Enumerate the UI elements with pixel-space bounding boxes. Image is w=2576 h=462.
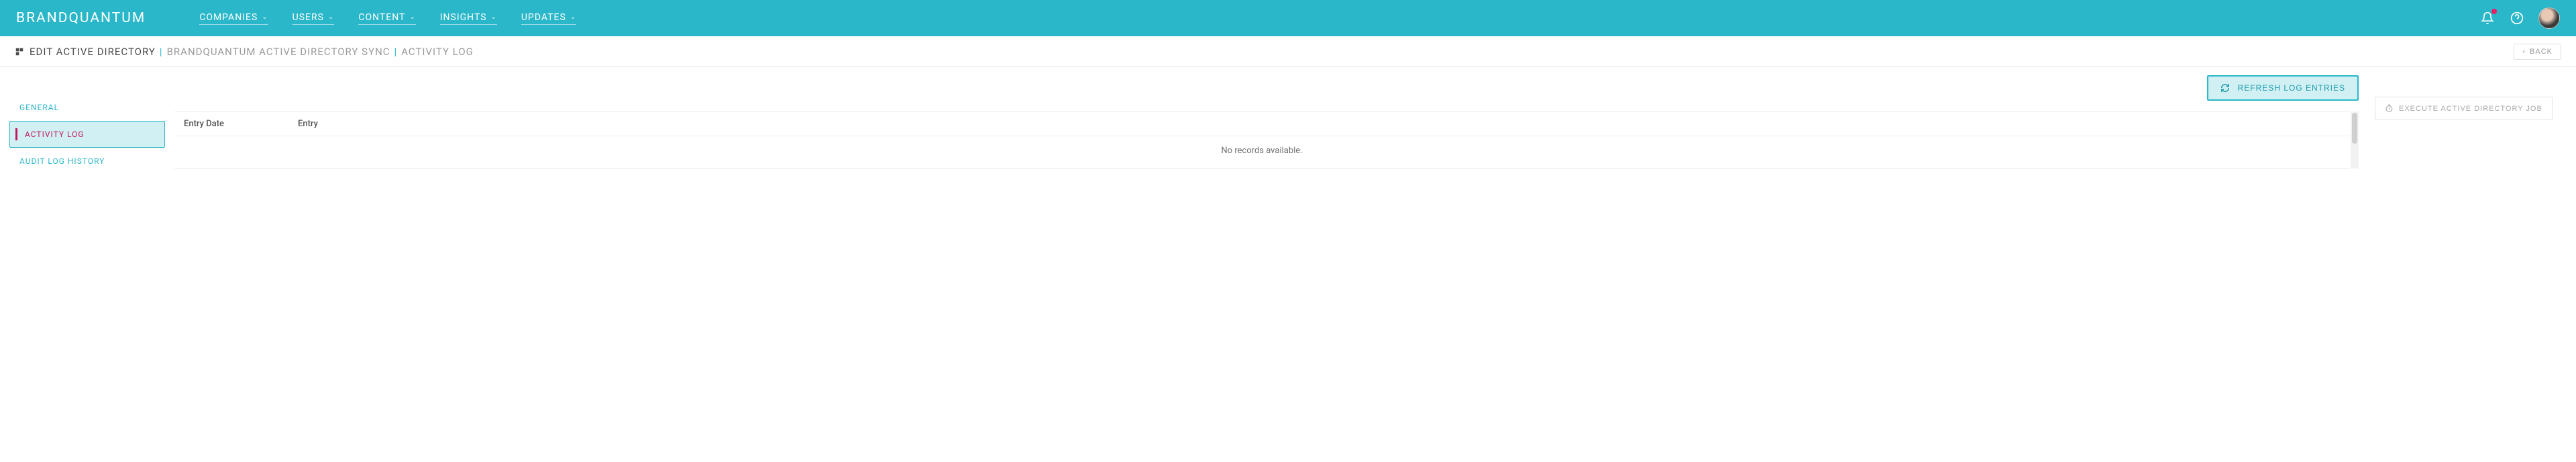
chevron-down-icon: ⌄ [491, 13, 497, 21]
col-entry-date[interactable]: Entry Date [174, 112, 288, 136]
back-button[interactable]: ‹ BACK [2514, 44, 2561, 60]
breadcrumb-separator: | [394, 46, 398, 58]
execute-job-button[interactable]: EXECUTE ACTIVE DIRECTORY JOB [2375, 97, 2553, 120]
notifications-button[interactable] [2479, 10, 2496, 26]
top-nav: BRANDQUANTUM COMPANIES ⌄ USERS ⌄ CONTENT… [0, 0, 2576, 36]
brand-logo: BRANDQUANTUM [16, 10, 146, 26]
right-column: EXECUTE ACTIVE DIRECTORY JOB [2375, 71, 2576, 120]
refresh-wrap: REFRESH LOG ENTRIES [174, 71, 2359, 109]
table-empty-message: No records available. [174, 136, 2349, 168]
nav-right [2479, 7, 2560, 29]
breadcrumb-context: BRANDQUANTUM ACTIVE DIRECTORY SYNC [167, 46, 390, 58]
table-header: Entry Date Entry [174, 112, 2349, 136]
help-button[interactable] [2509, 10, 2525, 26]
sidenav-label: GENERAL [19, 103, 59, 112]
page-body: GENERAL ACTIVITY LOG AUDIT LOG HISTORY R… [0, 67, 2576, 175]
user-avatar[interactable] [2538, 7, 2560, 29]
log-table-wrap: Entry Date Entry No records available. [174, 111, 2359, 169]
breadcrumb-separator: | [160, 46, 163, 58]
nav-insights[interactable]: INSIGHTS ⌄ [440, 12, 497, 25]
help-icon [2510, 11, 2524, 25]
chevron-down-icon: ⌄ [570, 13, 576, 21]
nav-companies[interactable]: COMPANIES ⌄ [199, 12, 268, 25]
chevron-down-icon: ⌄ [262, 13, 268, 21]
log-table: Entry Date Entry No records available. [174, 111, 2349, 169]
table-scrollbar[interactable] [2351, 111, 2359, 169]
nav-content[interactable]: CONTENT ⌄ [358, 12, 415, 25]
page-icon [15, 47, 24, 56]
breadcrumb-page: ACTIVITY LOG [401, 46, 474, 58]
nav-label: COMPANIES [199, 12, 258, 23]
nav-label: CONTENT [358, 12, 405, 23]
refresh-log-button[interactable]: REFRESH LOG ENTRIES [2207, 75, 2359, 101]
nav-label: UPDATES [521, 12, 566, 23]
nav-users[interactable]: USERS ⌄ [292, 12, 335, 25]
refresh-label: REFRESH LOG ENTRIES [2238, 83, 2345, 93]
nav-updates[interactable]: UPDATES ⌄ [521, 12, 576, 25]
col-entry[interactable]: Entry [288, 112, 327, 136]
refresh-icon [2220, 83, 2230, 93]
main-content: REFRESH LOG ENTRIES Entry Date Entry No … [174, 71, 2375, 169]
sidenav-label: AUDIT LOG HISTORY [19, 156, 105, 166]
page-subheader: EDIT ACTIVE DIRECTORY | BRANDQUANTUM ACT… [0, 36, 2576, 67]
execute-label: EXECUTE ACTIVE DIRECTORY JOB [2399, 105, 2542, 113]
breadcrumb-main: EDIT ACTIVE DIRECTORY [30, 46, 156, 58]
stopwatch-icon [2385, 104, 2394, 113]
back-label: BACK [2530, 48, 2553, 56]
sidenav-activity-log[interactable]: ACTIVITY LOG [9, 121, 165, 148]
sidenav-audit-log-history[interactable]: AUDIT LOG HISTORY [9, 148, 165, 175]
notification-dot-icon [2491, 9, 2497, 14]
nav-label: USERS [292, 12, 324, 23]
sidenav-label: ACTIVITY LOG [25, 130, 85, 139]
side-nav: GENERAL ACTIVITY LOG AUDIT LOG HISTORY [0, 71, 174, 175]
chevron-left-icon: ‹ [2522, 48, 2526, 56]
chevron-down-icon: ⌄ [409, 13, 415, 21]
chevron-down-icon: ⌄ [328, 13, 334, 21]
nav-items: COMPANIES ⌄ USERS ⌄ CONTENT ⌄ INSIGHTS ⌄… [199, 12, 576, 25]
sidenav-general[interactable]: GENERAL [9, 94, 165, 121]
nav-label: INSIGHTS [440, 12, 487, 23]
